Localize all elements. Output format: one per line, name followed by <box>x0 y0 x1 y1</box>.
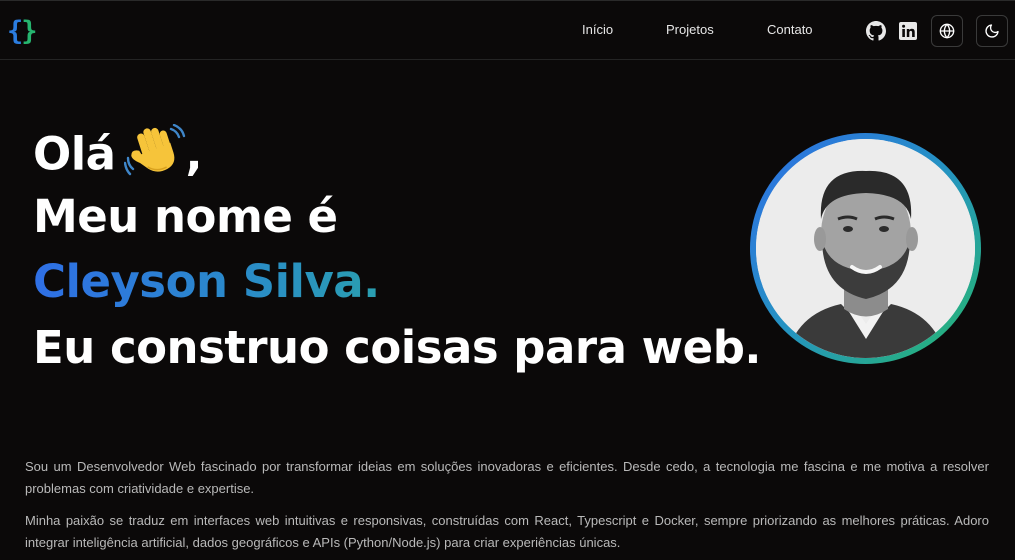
moon-icon <box>984 23 1000 39</box>
site-logo[interactable]: { } <box>7 14 38 48</box>
theme-toggle-button[interactable] <box>976 15 1008 47</box>
hero-tagline: Eu construo coisas para web. <box>33 321 762 374</box>
profile-photo-frame <box>750 133 981 364</box>
globe-icon <box>939 23 955 39</box>
hero-name-line: Cleyson Silva. <box>33 256 380 308</box>
hero-greeting: Olá <box>33 127 116 181</box>
language-button[interactable] <box>931 15 963 47</box>
hero-greeting-comma: , <box>185 127 203 181</box>
hero-name: Cleyson Silva. <box>33 255 380 308</box>
site-header: { } Início Projetos Contato <box>0 0 1015 60</box>
linkedin-icon[interactable] <box>898 21 918 41</box>
hero-greeting-line: Olá , <box>33 123 203 191</box>
about-paragraph-2: Minha paixão se traduz em interfaces web… <box>25 513 989 550</box>
nav-link-projetos[interactable]: Projetos <box>666 22 714 37</box>
github-icon[interactable] <box>866 21 886 41</box>
logo-right-brace: } <box>21 15 37 47</box>
profile-photo <box>756 139 975 358</box>
logo-left-brace: { <box>7 15 23 47</box>
nav-link-inicio[interactable]: Início <box>582 22 613 37</box>
nav-link-contato[interactable]: Contato <box>767 22 813 37</box>
waving-hand-icon <box>123 123 186 191</box>
hero-intro-line: Meu nome é <box>33 190 338 243</box>
about-paragraph-1: Sou um Desenvolvedor Web fascinado por t… <box>25 459 989 496</box>
